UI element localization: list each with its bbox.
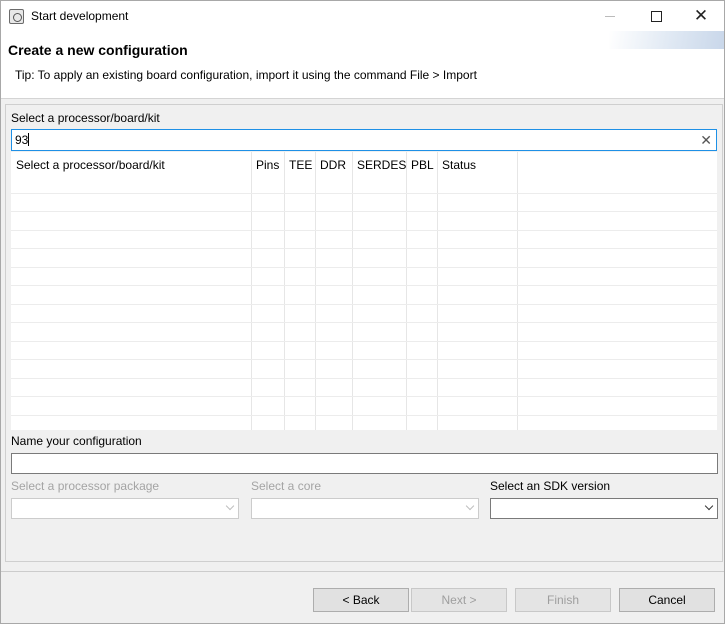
search-value: 93 [15,133,29,147]
configuration-name-input[interactable] [11,453,718,474]
window-title: Start development [31,9,129,23]
header-banner-graphic [609,31,724,49]
column-header-pins[interactable]: Pins [251,152,279,178]
row-divider [11,396,717,397]
maximize-button[interactable] [633,1,679,31]
chevron-down-icon [465,501,475,511]
sdk-version-select[interactable] [490,498,718,519]
app-icon [9,9,24,24]
close-button[interactable]: ✕ [678,1,724,31]
column-header-pbl[interactable]: PBL [406,152,434,178]
processor-package-label: Select a processor package [11,479,160,493]
tip-text: Tip: To apply an existing board configur… [15,68,477,82]
row-divider [11,341,717,342]
next-button[interactable]: Next > [411,588,507,612]
close-icon: ✕ [693,6,709,25]
processor-label: Select a processor/board/kit [11,111,160,125]
row-divider [11,322,717,323]
column-header-status[interactable]: Status [437,152,476,178]
dialog-window: Start development ✕ Create a new configu… [0,0,725,624]
row-divider [11,359,717,360]
title-bar: Start development ✕ [1,1,724,31]
chevron-down-icon [225,501,235,511]
column-header-ddr[interactable]: DDR [315,152,346,178]
row-divider [11,285,717,286]
button-bar-divider [1,571,724,572]
table-header: Select a processor/board/kit Pins TEE DD… [11,152,717,178]
row-divider [11,378,717,379]
row-divider [11,230,717,231]
row-divider [11,211,717,212]
minimize-button[interactable] [587,1,633,31]
core-label: Select a core [251,479,322,493]
clear-search-icon[interactable]: ✕ [700,132,712,148]
processor-table[interactable]: Select a processor/board/kit Pins TEE DD… [11,152,717,430]
column-header-serdes[interactable]: SERDES [352,152,406,178]
page-title: Create a new configuration [8,42,188,58]
column-header-processor[interactable]: Select a processor/board/kit [11,152,165,178]
configuration-name-label: Name your configuration [11,434,142,448]
core-select[interactable] [251,498,479,519]
cancel-button[interactable]: Cancel [619,588,715,612]
minimize-icon [605,15,615,17]
processor-package-select[interactable] [11,498,239,519]
text-caret [28,133,30,146]
finish-button[interactable]: Finish [515,588,611,612]
processor-search-input[interactable]: 93 ✕ [11,129,717,151]
row-divider [11,193,717,194]
column-header-tee[interactable]: TEE [284,152,312,178]
sdk-version-label: Select an SDK version [490,479,611,493]
back-button[interactable]: < Back [313,588,409,612]
row-divider [11,415,717,416]
row-divider [11,248,717,249]
wizard-header: Create a new configuration Tip: To apply… [1,31,724,99]
maximize-icon [650,10,662,22]
row-divider [11,304,717,305]
chevron-down-icon [704,501,714,511]
row-divider [11,267,717,268]
